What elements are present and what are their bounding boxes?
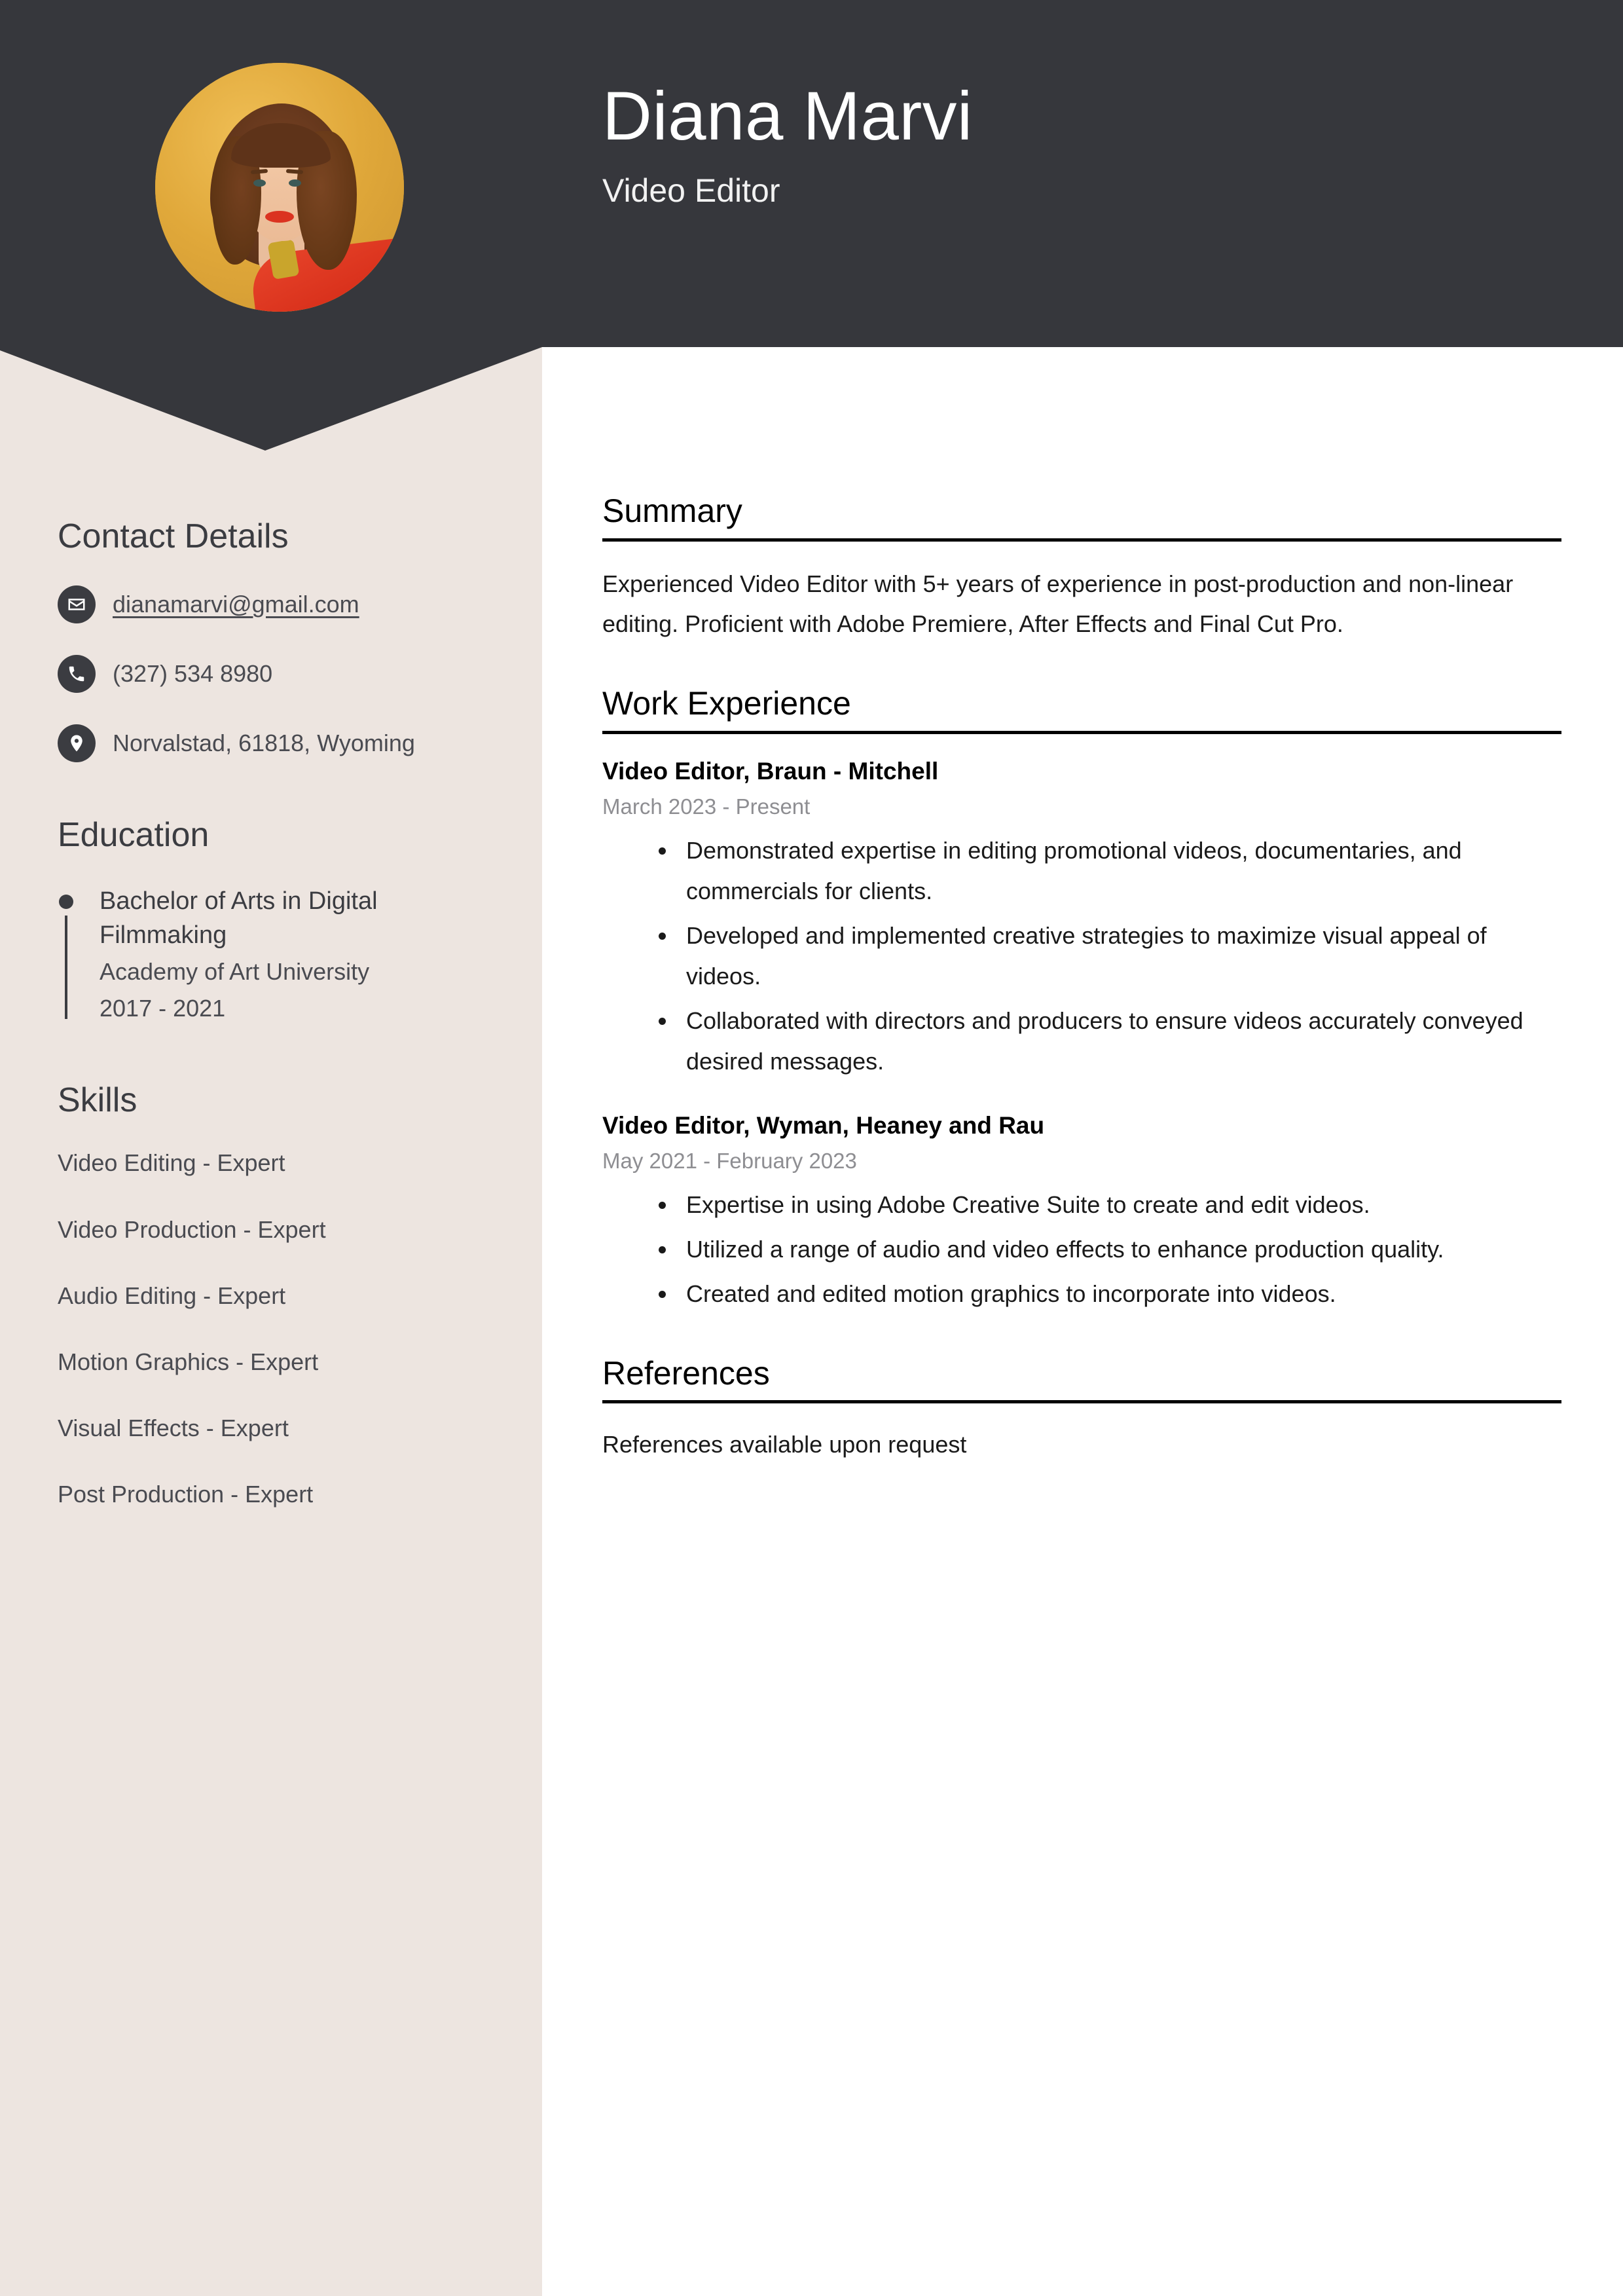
job-entry: Video Editor, Wyman, Heaney and Rau May … <box>602 1111 1561 1314</box>
job-dates: May 2021 - February 2023 <box>602 1149 857 1173</box>
education-section: Education Bachelor of Arts in Digital Fi… <box>58 816 495 1025</box>
references-heading: References <box>602 1354 770 1392</box>
job-bullet: Developed and implemented creative strat… <box>659 916 1561 997</box>
skill-item: Video Editing - Expert <box>58 1149 285 1177</box>
contact-row-email[interactable]: dianamarvi@gmail.com <box>58 585 495 623</box>
education-item: Bachelor of Arts in Digital Filmmaking A… <box>58 884 495 1025</box>
job-bullet: Expertise in using Adobe Creative Suite … <box>659 1185 1561 1225</box>
skill-item: Post Production - Expert <box>58 1481 314 1508</box>
contact-email-value[interactable]: dianamarvi@gmail.com <box>113 590 359 618</box>
sidebar: Contact Details dianamarvi@gmail.com (32… <box>0 452 542 1509</box>
header-text-block: Diana Marvi Video Editor <box>602 79 973 210</box>
portrait-eye-left <box>253 179 266 187</box>
skill-item: Motion Graphics - Expert <box>58 1348 319 1376</box>
contact-details-heading: Contact Details <box>58 517 289 555</box>
job-bullet: Created and edited motion graphics to in… <box>659 1274 1561 1314</box>
work-experience-heading: Work Experience <box>602 685 851 722</box>
job-dates: March 2023 - Present <box>602 794 811 819</box>
summary-text: Experienced Video Editor with 5+ years o… <box>602 570 1514 638</box>
education-timeline-line <box>65 915 67 1019</box>
job-entry: Video Editor, Braun - Mitchell March 202… <box>602 756 1561 1082</box>
work-experience-section: Work Experience Video Editor, Braun - Mi… <box>602 685 1561 1314</box>
summary-section: Summary Experienced Video Editor with 5+… <box>602 492 1561 644</box>
references-text: References available upon request <box>602 1431 967 1458</box>
job-role: Video Editor, Wyman, Heaney and Rau <box>602 1111 1045 1139</box>
phone-icon <box>58 654 96 693</box>
summary-rule <box>602 538 1561 542</box>
job-bullet: Demonstrated expertise in editing promot… <box>659 830 1561 912</box>
job-bullet-list: Expertise in using Adobe Creative Suite … <box>602 1185 1561 1314</box>
education-bullet-dot <box>59 894 73 909</box>
summary-heading: Summary <box>602 492 742 529</box>
avatar <box>155 63 404 312</box>
map-pin-icon <box>58 724 96 762</box>
work-experience-rule <box>602 730 1561 734</box>
references-rule <box>602 1400 1561 1404</box>
skills-heading: Skills <box>58 1081 137 1119</box>
contact-phone-value[interactable]: (327) 534 8980 <box>113 659 272 688</box>
main-column: Summary Experienced Video Editor with 5+… <box>602 492 1561 1504</box>
skills-section: Skills Video Editing - Expert Video Prod… <box>58 1081 495 1509</box>
education-school: Academy of Art University <box>100 958 370 986</box>
job-bullet: Utilized a range of audio and video effe… <box>659 1229 1561 1270</box>
contact-row-phone[interactable]: (327) 534 8980 <box>58 654 495 693</box>
candidate-name: Diana Marvi <box>602 78 973 155</box>
contact-details-section: Contact Details dianamarvi@gmail.com (32… <box>58 517 495 762</box>
education-degree: Bachelor of Arts in Digital Filmmaking <box>100 887 378 950</box>
portrait-lips <box>265 211 294 223</box>
candidate-job-title: Video Editor <box>602 172 780 209</box>
references-section: References References available upon req… <box>602 1355 1561 1464</box>
contact-address-value: Norvalstad, 61818, Wyoming <box>113 730 415 757</box>
skill-item: Audio Editing - Expert <box>58 1282 286 1309</box>
job-bullet-list: Demonstrated expertise in editing promot… <box>602 830 1561 1081</box>
education-dates: 2017 - 2021 <box>100 994 226 1022</box>
education-heading: Education <box>58 815 210 854</box>
portrait-eye-right <box>289 179 301 187</box>
skill-item: Visual Effects - Expert <box>58 1415 289 1442</box>
job-role: Video Editor, Braun - Mitchell <box>602 757 939 785</box>
resume-page: Diana Marvi Video Editor Contact Details… <box>0 0 1623 2296</box>
contact-row-address[interactable]: Norvalstad, 61818, Wyoming <box>58 724 495 762</box>
skill-item: Video Production - Expert <box>58 1215 326 1243</box>
envelope-icon <box>58 585 96 623</box>
job-bullet: Collaborated with directors and producer… <box>659 1001 1561 1082</box>
